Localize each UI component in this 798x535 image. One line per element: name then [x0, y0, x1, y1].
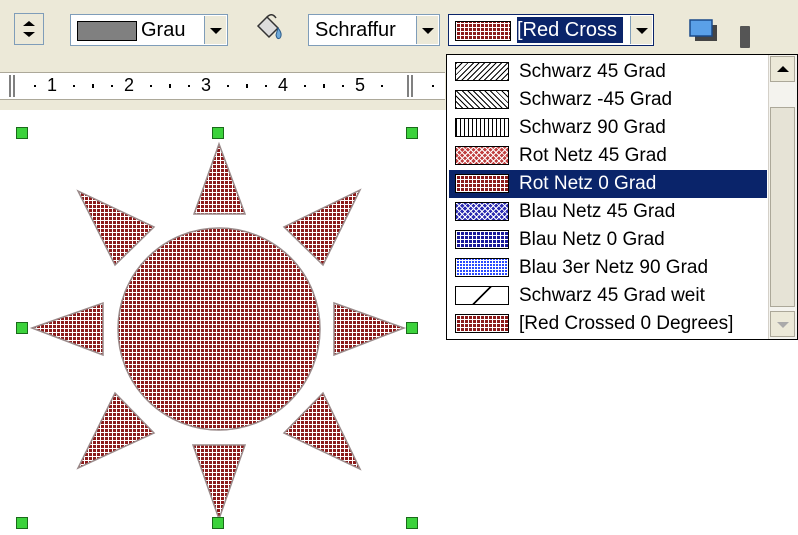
line-color-select[interactable]: Grau — [70, 14, 228, 46]
paint-bucket-icon[interactable] — [252, 12, 286, 44]
sun-ray-left[interactable] — [29, 301, 104, 357]
hatch-option-label: Rot Netz 45 Grad — [519, 145, 667, 166]
ruler-ticks — [9, 75, 434, 97]
hatch-option-label: Schwarz 45 Grad — [519, 61, 666, 82]
ruler-tick-1: 1 — [47, 75, 58, 95]
area-style-select[interactable]: Schraffur — [308, 14, 440, 46]
sun-core[interactable] — [117, 227, 321, 431]
hatch-option-swatch — [455, 202, 509, 221]
selection-handle-middle-right[interactable] — [406, 322, 418, 334]
area-style-dropdown-button[interactable] — [416, 16, 438, 44]
selection-handle-bottom-center[interactable] — [212, 517, 224, 529]
hatch-option-swatch — [455, 286, 509, 305]
hatch-option-label: Rot Netz 0 Grad — [519, 173, 657, 194]
hatch-dropdown-list: Schwarz 45 Grad Schwarz -45 Grad Schwarz… — [446, 54, 798, 340]
hatch-option[interactable]: Blau Netz 0 Grad — [449, 226, 767, 254]
arrow-up-icon — [777, 66, 789, 72]
scroll-up-button[interactable] — [770, 56, 795, 82]
hatch-option[interactable]: [Red Crossed 0 Degrees] — [449, 310, 767, 338]
spin-down-icon[interactable] — [23, 32, 35, 37]
spin-up-icon[interactable] — [23, 21, 35, 26]
ruler-strip: 1 2 3 4 5 — [0, 72, 445, 100]
hatch-option[interactable]: Schwarz -45 Grad — [449, 86, 767, 114]
selection-handle-top-right[interactable] — [406, 127, 418, 139]
ruler-tick-2: 2 — [124, 75, 135, 95]
hatch-option-swatch — [455, 174, 509, 193]
selection-handle-top-center[interactable] — [212, 127, 224, 139]
hatch-option-selected[interactable]: Rot Netz 0 Grad — [449, 170, 767, 198]
hatch-select[interactable]: [Red Cross — [448, 14, 654, 46]
sun-ray-top[interactable] — [192, 141, 247, 215]
hatch-option-swatch — [455, 146, 509, 165]
hatch-option-label: Schwarz 90 Grad — [519, 117, 666, 138]
hatch-option-label: Blau Netz 0 Grad — [519, 229, 665, 250]
selection-handle-top-left[interactable] — [16, 127, 28, 139]
hatch-option[interactable]: Rot Netz 45 Grad — [449, 142, 767, 170]
hatch-option[interactable]: Schwarz 45 Grad — [449, 58, 767, 86]
hatch-option-swatch — [455, 90, 509, 109]
sun-ray-right[interactable] — [333, 301, 407, 357]
hatch-select-value: [Red Cross — [517, 17, 623, 43]
hatch-option-label: Schwarz 45 Grad weit — [519, 285, 705, 306]
toolbar-overflow-icon[interactable] — [740, 26, 750, 48]
hatch-option-swatch — [455, 230, 509, 249]
hatch-option[interactable]: Blau 3er Netz 90 Grad — [449, 254, 767, 282]
ruler-tick-3: 3 — [201, 75, 212, 95]
hatch-option[interactable]: Blau Netz 45 Grad — [449, 198, 767, 226]
line-color-value: Grau — [141, 19, 186, 41]
hatch-option-label: Blau 3er Netz 90 Grad — [519, 257, 709, 278]
hatch-option-label: [Red Crossed 0 Degrees] — [519, 313, 734, 334]
hatch-select-swatch — [455, 21, 511, 41]
area-style-value: Schraffur — [315, 19, 396, 41]
hatch-option-swatch — [455, 62, 509, 81]
selection-handle-bottom-right[interactable] — [406, 517, 418, 529]
scroll-thumb[interactable] — [770, 107, 795, 307]
line-color-swatch — [77, 21, 137, 41]
hatch-option-label: Blau Netz 45 Grad — [519, 201, 676, 222]
hatch-option[interactable]: Schwarz 45 Grad weit — [449, 282, 767, 310]
hatch-dropdown-button[interactable] — [630, 16, 652, 44]
dropdown-scrollbar[interactable] — [768, 55, 797, 339]
ruler-tick-5: 5 — [355, 75, 366, 95]
arrow-down-icon — [777, 322, 789, 328]
sun-ray-bottom-left[interactable] — [76, 391, 156, 470]
sun-ray-top-left[interactable] — [76, 189, 156, 267]
hatch-option[interactable]: Schwarz 90 Grad — [449, 114, 767, 142]
hatch-option-label: Schwarz -45 Grad — [519, 89, 673, 110]
shadow-icon[interactable] — [686, 16, 722, 46]
sun-ray-top-right[interactable] — [282, 188, 362, 267]
hatch-option-swatch — [455, 314, 509, 333]
sun-ray-bottom[interactable] — [191, 444, 247, 522]
sun-ray-bottom-right[interactable] — [282, 391, 362, 471]
line-color-dropdown-button[interactable] — [204, 16, 226, 44]
line-width-spinner[interactable] — [14, 13, 44, 45]
ruler-tick-4: 4 — [278, 75, 289, 95]
selection-handle-bottom-left[interactable] — [16, 517, 28, 529]
selection-handle-middle-left[interactable] — [16, 322, 28, 334]
drawing-toolbar: Grau Schraffur [Red Cross — [0, 0, 798, 58]
hatch-option-swatch — [455, 258, 509, 277]
hatch-option-swatch — [455, 118, 509, 137]
scroll-down-button[interactable] — [770, 311, 795, 337]
